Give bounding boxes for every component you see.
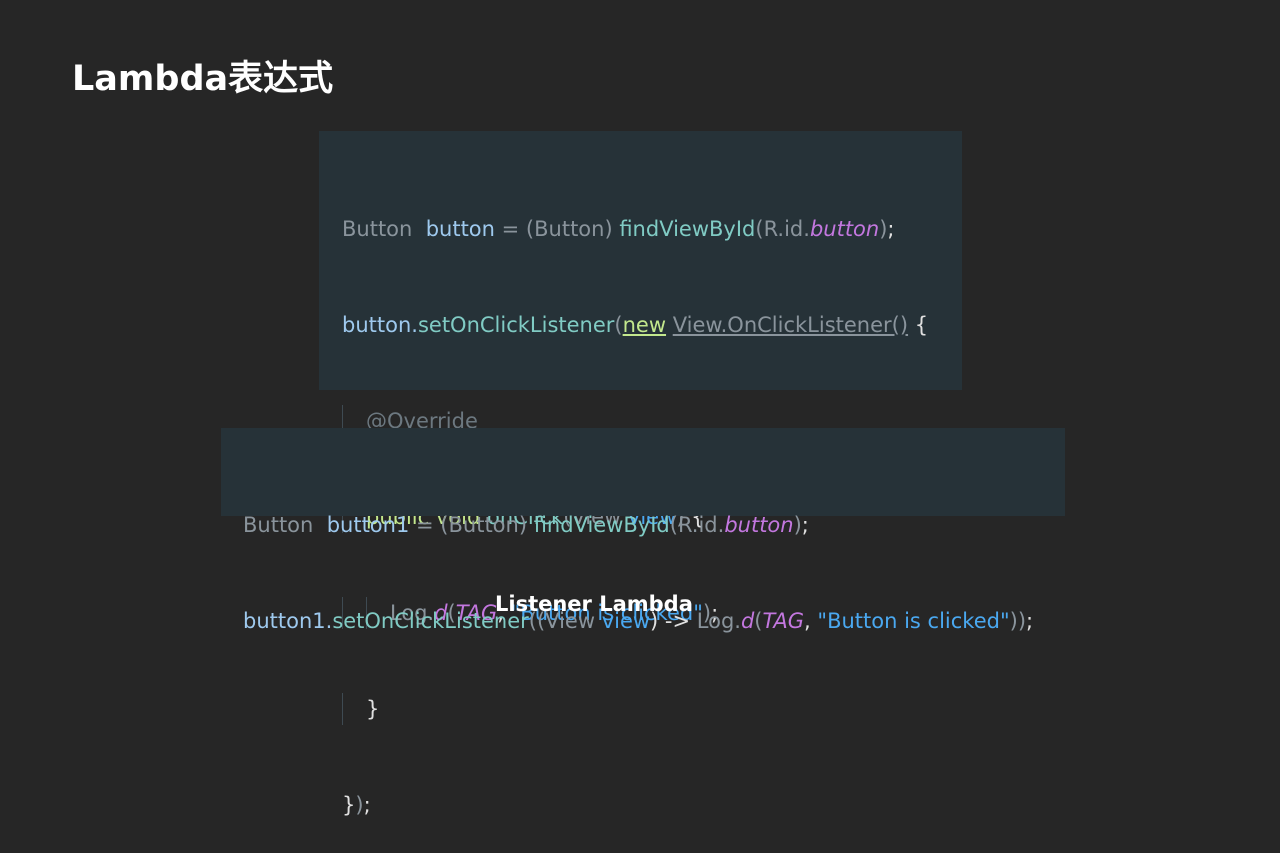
slide-title: Lambda表达式 xyxy=(72,59,334,99)
code-token: new xyxy=(622,313,667,337)
code-line-1: Button button1 = (Button) findViewById(R… xyxy=(243,509,1065,541)
anonymous-class-code-block: Button button = (Button) findViewById(R.… xyxy=(319,131,962,817)
code-token: d xyxy=(740,609,755,633)
code-token: setOnClickListener xyxy=(417,313,615,337)
code-line-2: button.setOnClickListener(new View.OnCli… xyxy=(342,309,962,341)
code-token: button xyxy=(809,217,880,241)
code-token: "Button is clicked" xyxy=(817,609,1010,633)
lambda-code-block: Button button1 = (Button) findViewById(R… xyxy=(221,428,1065,633)
code-token: button xyxy=(425,217,495,241)
code-token: TAG xyxy=(762,609,805,633)
code-token: Log. xyxy=(696,609,741,633)
code-token: (Button) xyxy=(525,217,620,241)
code-token: ; xyxy=(1026,609,1034,633)
code-token: ) xyxy=(355,793,364,817)
code-token: (R.id. xyxy=(755,217,810,241)
code-token: button. xyxy=(342,313,418,337)
code-token: findViewById xyxy=(533,513,670,537)
code-token: ; xyxy=(363,793,371,817)
code-token: } xyxy=(342,793,356,817)
code-token: ) xyxy=(793,513,802,537)
code-token: { xyxy=(908,313,929,337)
code-token: )) xyxy=(1009,609,1027,633)
code-token: ; xyxy=(887,217,895,241)
code-token: (R.id. xyxy=(669,513,725,537)
code-line-6: } xyxy=(342,693,962,725)
code-token: = xyxy=(409,513,441,537)
code-line-7: }); xyxy=(342,789,962,821)
code-token: , xyxy=(804,609,818,633)
code-token: ; xyxy=(801,513,809,537)
code-token: findViewById xyxy=(619,217,756,241)
caption: Listener Lambda xyxy=(495,592,693,616)
code-token: Button xyxy=(243,513,314,537)
code-token: button1. xyxy=(243,609,333,633)
code-token: } xyxy=(366,697,380,721)
code-token: View.OnClickListener() xyxy=(672,313,909,337)
code-token: button1 xyxy=(326,513,410,537)
code-token: ( xyxy=(754,609,763,633)
code-token: button xyxy=(724,513,794,537)
code-token: ( xyxy=(614,313,623,337)
code-token: = xyxy=(494,217,526,241)
indent-guide xyxy=(342,693,366,725)
code-token: Button xyxy=(342,217,413,241)
code-line-1: Button button = (Button) findViewById(R.… xyxy=(342,213,962,245)
code-token: (Button) xyxy=(440,513,534,537)
